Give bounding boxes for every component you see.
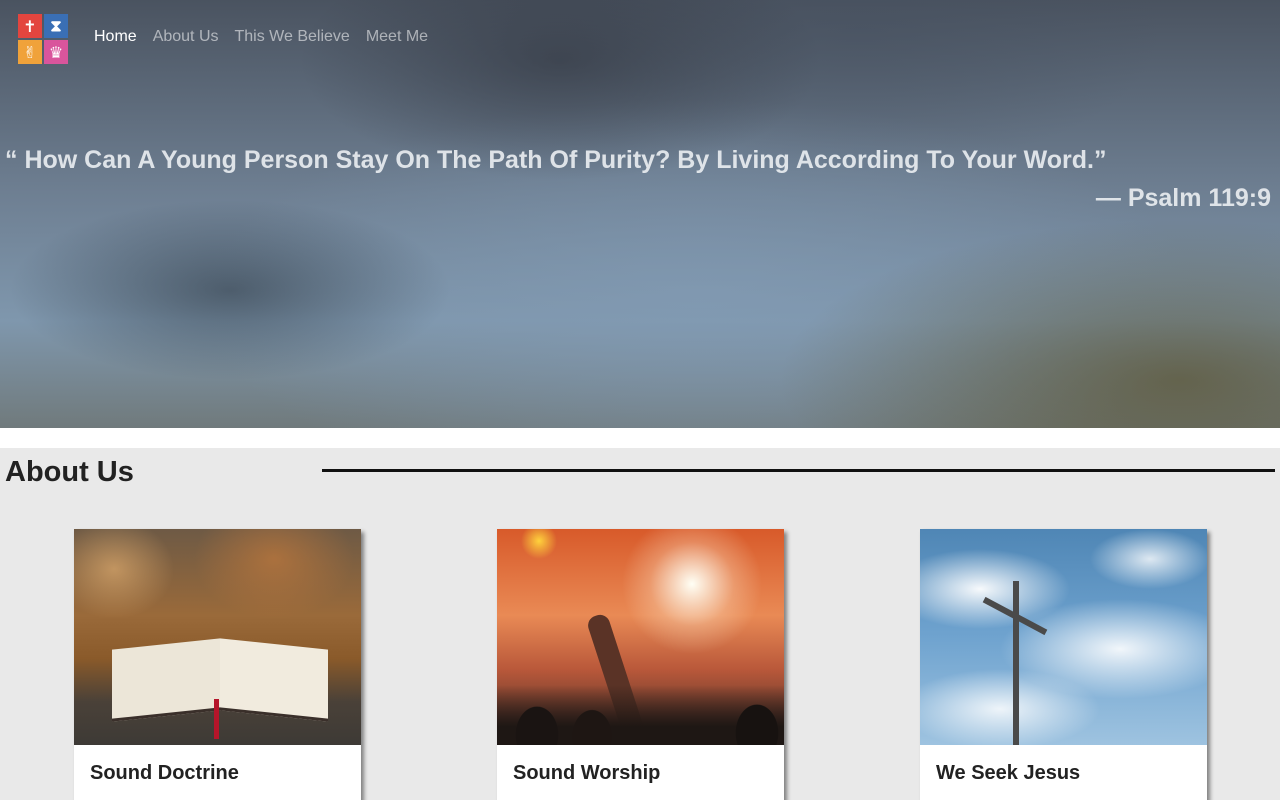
bible-page-left [112,638,220,722]
about-section: About Us Sound Doctrine Sound Worship We… [0,448,1280,800]
bible-page-right [220,638,328,722]
bible-ribbon [214,699,219,739]
section-rule [322,469,1275,472]
cross-sky-image [920,529,1207,745]
card-sound-worship[interactable]: Sound Worship [497,529,784,800]
bible-image [74,529,361,745]
cross-vertical-beam [1013,581,1019,745]
card-we-seek-jesus[interactable]: We Seek Jesus [920,529,1207,800]
hero-quote: “ How Can A Young Person Stay On The Pat… [5,146,1107,174]
dove-icon: ✌ [18,40,42,64]
cross-icon: ✝ [18,14,42,38]
crowd-silhouette [497,685,784,745]
site-logo[interactable]: ✝ ⧗ ✌ ♛ [18,14,68,64]
crown-icon: ♛ [44,40,68,64]
card-title: We Seek Jesus [936,762,1081,784]
chalice-icon: ⧗ [44,14,68,38]
section-divider [0,428,1280,448]
card-title: Sound Worship [513,762,661,784]
nav-link-about-us[interactable]: About Us [153,28,219,46]
card-title: Sound Doctrine [90,762,239,784]
section-title: About Us [5,456,134,488]
nav-links: Home About Us This We Believe Meet Me [94,28,428,46]
nav-link-this-we-believe[interactable]: This We Believe [235,28,350,46]
hero-banner: ✝ ⧗ ✌ ♛ Home About Us This We Believe Me… [0,0,1280,428]
card-sound-doctrine[interactable]: Sound Doctrine [74,529,361,800]
worship-image [497,529,784,745]
nav-link-home[interactable]: Home [94,28,137,46]
hero-citation: — Psalm 119:9 [1095,184,1271,212]
top-navigation: ✝ ⧗ ✌ ♛ Home About Us This We Believe Me… [0,0,1280,78]
nav-link-meet-me[interactable]: Meet Me [366,28,428,46]
